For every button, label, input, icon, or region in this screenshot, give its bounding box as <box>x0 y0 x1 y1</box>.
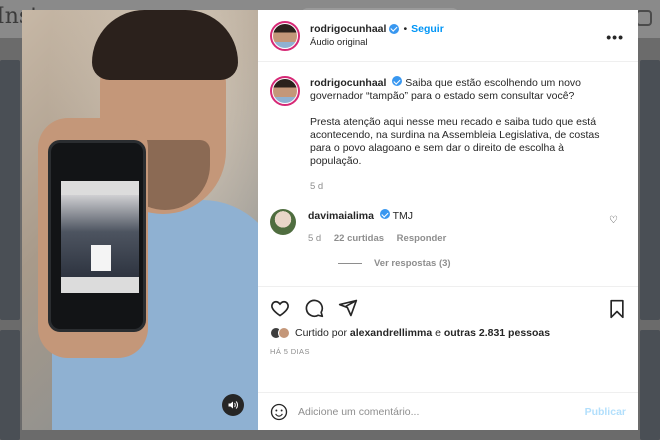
audio-label[interactable]: Áudio original <box>310 36 444 50</box>
liker-avatar <box>278 327 290 339</box>
bookmark-icon[interactable] <box>608 299 626 319</box>
view-replies-button[interactable]: Ver respostas (3) <box>338 258 626 269</box>
caption-text-2: Presta atenção aqui nesse meu recado e s… <box>310 116 600 167</box>
author-username[interactable]: rodrigocunhaal <box>310 22 386 36</box>
comment-username[interactable]: davimaialima <box>308 210 374 222</box>
follow-button[interactable]: Seguir <box>411 22 444 36</box>
post-panel: rodrigocunhaal • Seguir Áudio original •… <box>258 10 638 430</box>
video-phone <box>48 140 146 332</box>
video-person-hair <box>92 10 238 80</box>
reply-button[interactable]: Responder <box>397 233 447 244</box>
publish-button[interactable]: Publicar <box>585 406 626 418</box>
likes-summary[interactable]: Curtido por alexandrellimma e outras 2.8… <box>270 327 626 339</box>
verified-badge-icon <box>389 23 400 34</box>
emoji-icon[interactable] <box>270 403 288 421</box>
comment-item: davimaialima TMJ 5 d 22 curtidas Respond… <box>270 209 626 244</box>
background-tile <box>0 330 20 440</box>
liked-by-mid: e <box>435 327 441 339</box>
verified-badge-icon <box>379 209 390 219</box>
comment-avatar[interactable] <box>270 209 296 235</box>
comment-likes[interactable]: 22 curtidas <box>334 233 384 244</box>
separator-dot: • <box>403 22 408 35</box>
posted-ago[interactable]: HÁ 5 DIAS <box>270 347 626 356</box>
add-comment-bar: Publicar <box>258 392 638 430</box>
comment-like-heart-icon[interactable]: ♡ <box>609 215 618 226</box>
liked-by-others[interactable]: outras 2.831 pessoas <box>444 327 550 339</box>
post-modal: rodrigocunhaal • Seguir Áudio original •… <box>22 10 638 430</box>
heart-icon[interactable] <box>270 298 290 318</box>
comment-time[interactable]: 5 d <box>308 233 321 244</box>
mute-button[interactable] <box>222 394 244 416</box>
background-tile <box>640 60 660 320</box>
liked-by-prefix: Curtido por <box>295 327 347 339</box>
caption-avatar[interactable] <box>270 76 300 106</box>
replies-line <box>338 263 362 264</box>
post-actions: Curtido por alexandrellimma e outras 2.8… <box>258 286 638 392</box>
speaker-icon <box>228 401 238 409</box>
video-phone-screen <box>61 181 139 293</box>
post-video[interactable] <box>22 10 258 430</box>
comment-text: TMJ <box>392 210 414 222</box>
share-icon[interactable] <box>338 298 358 318</box>
comments-section: rodrigocunhaal Saiba que estão escolhend… <box>258 62 638 286</box>
caption-username[interactable]: rodrigocunhaal <box>310 77 386 89</box>
liked-by-user[interactable]: alexandrellimma <box>350 327 432 339</box>
comment-icon[interactable] <box>304 298 324 318</box>
comment-input[interactable] <box>298 405 585 418</box>
author-avatar[interactable] <box>270 20 300 51</box>
background-heart-icon <box>636 10 652 26</box>
video-phone-document <box>91 245 111 271</box>
caption: rodrigocunhaal Saiba que estão escolhend… <box>270 76 626 193</box>
caption-time[interactable]: 5 d <box>310 180 610 193</box>
view-replies-label: Ver respostas (3) <box>374 258 451 269</box>
background-tile <box>640 330 660 440</box>
more-options-icon[interactable]: ••• <box>606 29 624 45</box>
verified-badge-icon <box>392 76 403 86</box>
background-tile <box>0 60 20 320</box>
post-header: rodrigocunhaal • Seguir Áudio original •… <box>258 10 638 62</box>
